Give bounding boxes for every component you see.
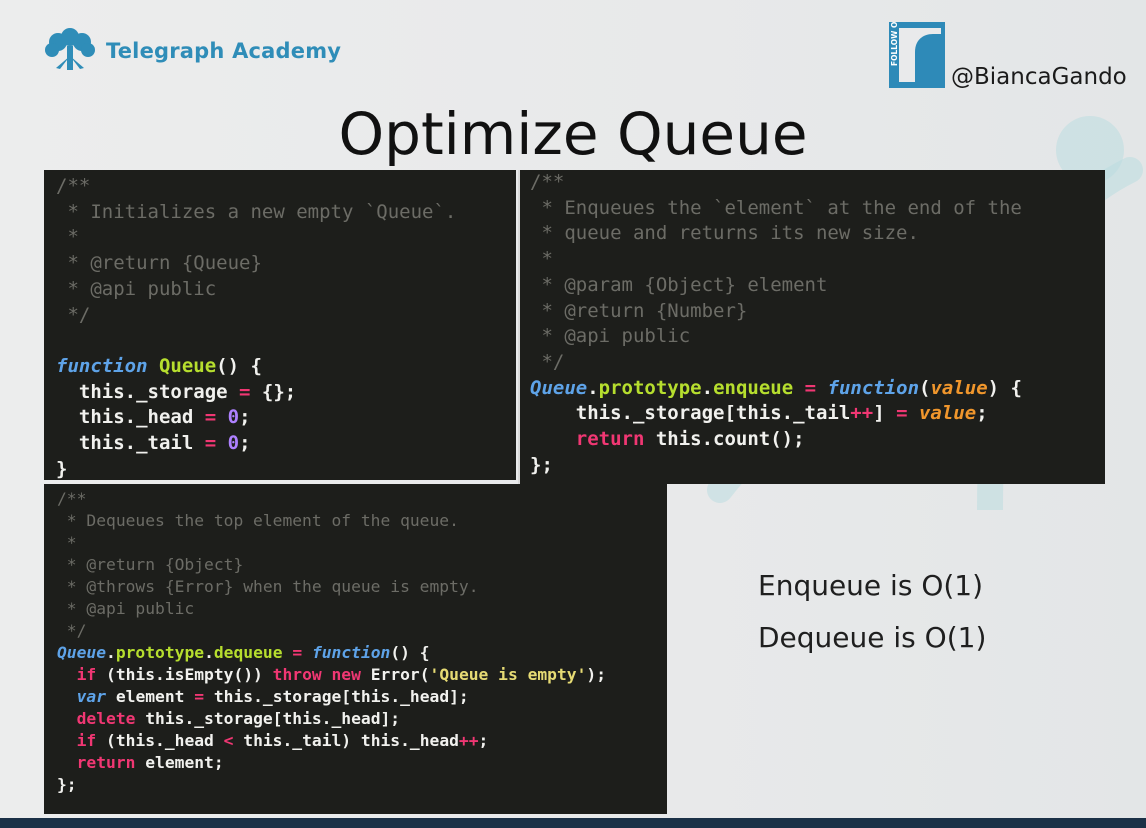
code-block-dequeue: /** * Dequeues the top element of the qu… — [44, 484, 667, 814]
twitter-handle: @BiancaGando — [951, 64, 1127, 90]
code-line: this._head = 0; — [56, 406, 251, 429]
code-line: * — [530, 248, 553, 271]
code-line: */ — [530, 350, 565, 373]
code-line: * @api public — [56, 277, 217, 300]
code-line: }; — [57, 775, 77, 794]
code-line: function Queue() { — [56, 354, 262, 377]
code-line: this._storage[this._tail++] = value; — [530, 402, 988, 425]
dequeue-complexity: Dequeue is O(1) — [758, 621, 987, 654]
code-line: */ — [56, 303, 91, 326]
enqueue-complexity: Enqueue is O(1) — [758, 569, 984, 602]
code-line: /** — [530, 171, 565, 193]
code-line: } — [56, 457, 68, 480]
code-line: return this.count(); — [575, 428, 805, 451]
code-line: * @param {Object} element — [530, 273, 828, 296]
code-line: this._tail = 0; — [56, 432, 251, 455]
brand-name: Telegraph Academy — [106, 39, 342, 63]
code-line: var element = this._storage[this._head]; — [76, 687, 469, 706]
code-line: * @return {Queue} — [56, 252, 262, 275]
code-line: * @return {Number} — [530, 299, 748, 322]
complexity-notes: Enqueue is O(1) Dequeue is O(1) — [758, 560, 986, 664]
code-line: * Initializes a new empty `Queue`. — [56, 200, 457, 223]
code-line: return element; — [76, 753, 224, 772]
slide-title: Optimize Queue — [338, 100, 808, 168]
code-line: /** — [56, 175, 91, 197]
code-line: }; — [530, 453, 553, 476]
code-line: * — [56, 226, 79, 249]
tree-icon — [45, 28, 95, 70]
code-line: * @api public — [530, 325, 691, 348]
code-line: if (this.isEmpty()) throw new Error('Que… — [76, 665, 606, 684]
bottom-bar — [0, 818, 1146, 828]
social-follow: FOLLOW ON @BiancaGando — [889, 22, 1127, 90]
code-line: this._storage = {}; — [56, 380, 297, 403]
code-line: if (this._head < this._tail) this._head+… — [76, 731, 489, 750]
code-line: * @api public — [57, 599, 195, 618]
code-line: * queue and returns its new size. — [530, 222, 919, 245]
code-line: delete this._storage[this._head]; — [76, 709, 401, 728]
code-line: /** — [57, 489, 87, 508]
code-line: * @return {Object} — [57, 555, 244, 574]
slide: Telegraph Academy FOLLOW ON @BiancaGando… — [0, 0, 1146, 828]
brand-logo: Telegraph Academy — [42, 28, 341, 74]
code-block-enqueue: /** * Enqueues the `element` at the end … — [518, 170, 1105, 484]
code-line: */ — [57, 621, 87, 640]
twitter-follow-icon: FOLLOW ON — [889, 22, 945, 88]
code-line: Queue.prototype.dequeue = function() { — [57, 643, 430, 662]
code-line: * — [57, 533, 77, 552]
code-line: Queue.prototype.enqueue = function(value… — [530, 376, 1022, 399]
code-line: * Enqueues the `element` at the end of t… — [530, 196, 1022, 219]
follow-badge-text: FOLLOW ON — [890, 22, 899, 66]
code-line: * @throws {Error} when the queue is empt… — [57, 577, 479, 596]
code-line: * Dequeues the top element of the queue. — [57, 511, 459, 530]
code-block-constructor: /** * Initializes a new empty `Queue`. *… — [44, 170, 516, 480]
